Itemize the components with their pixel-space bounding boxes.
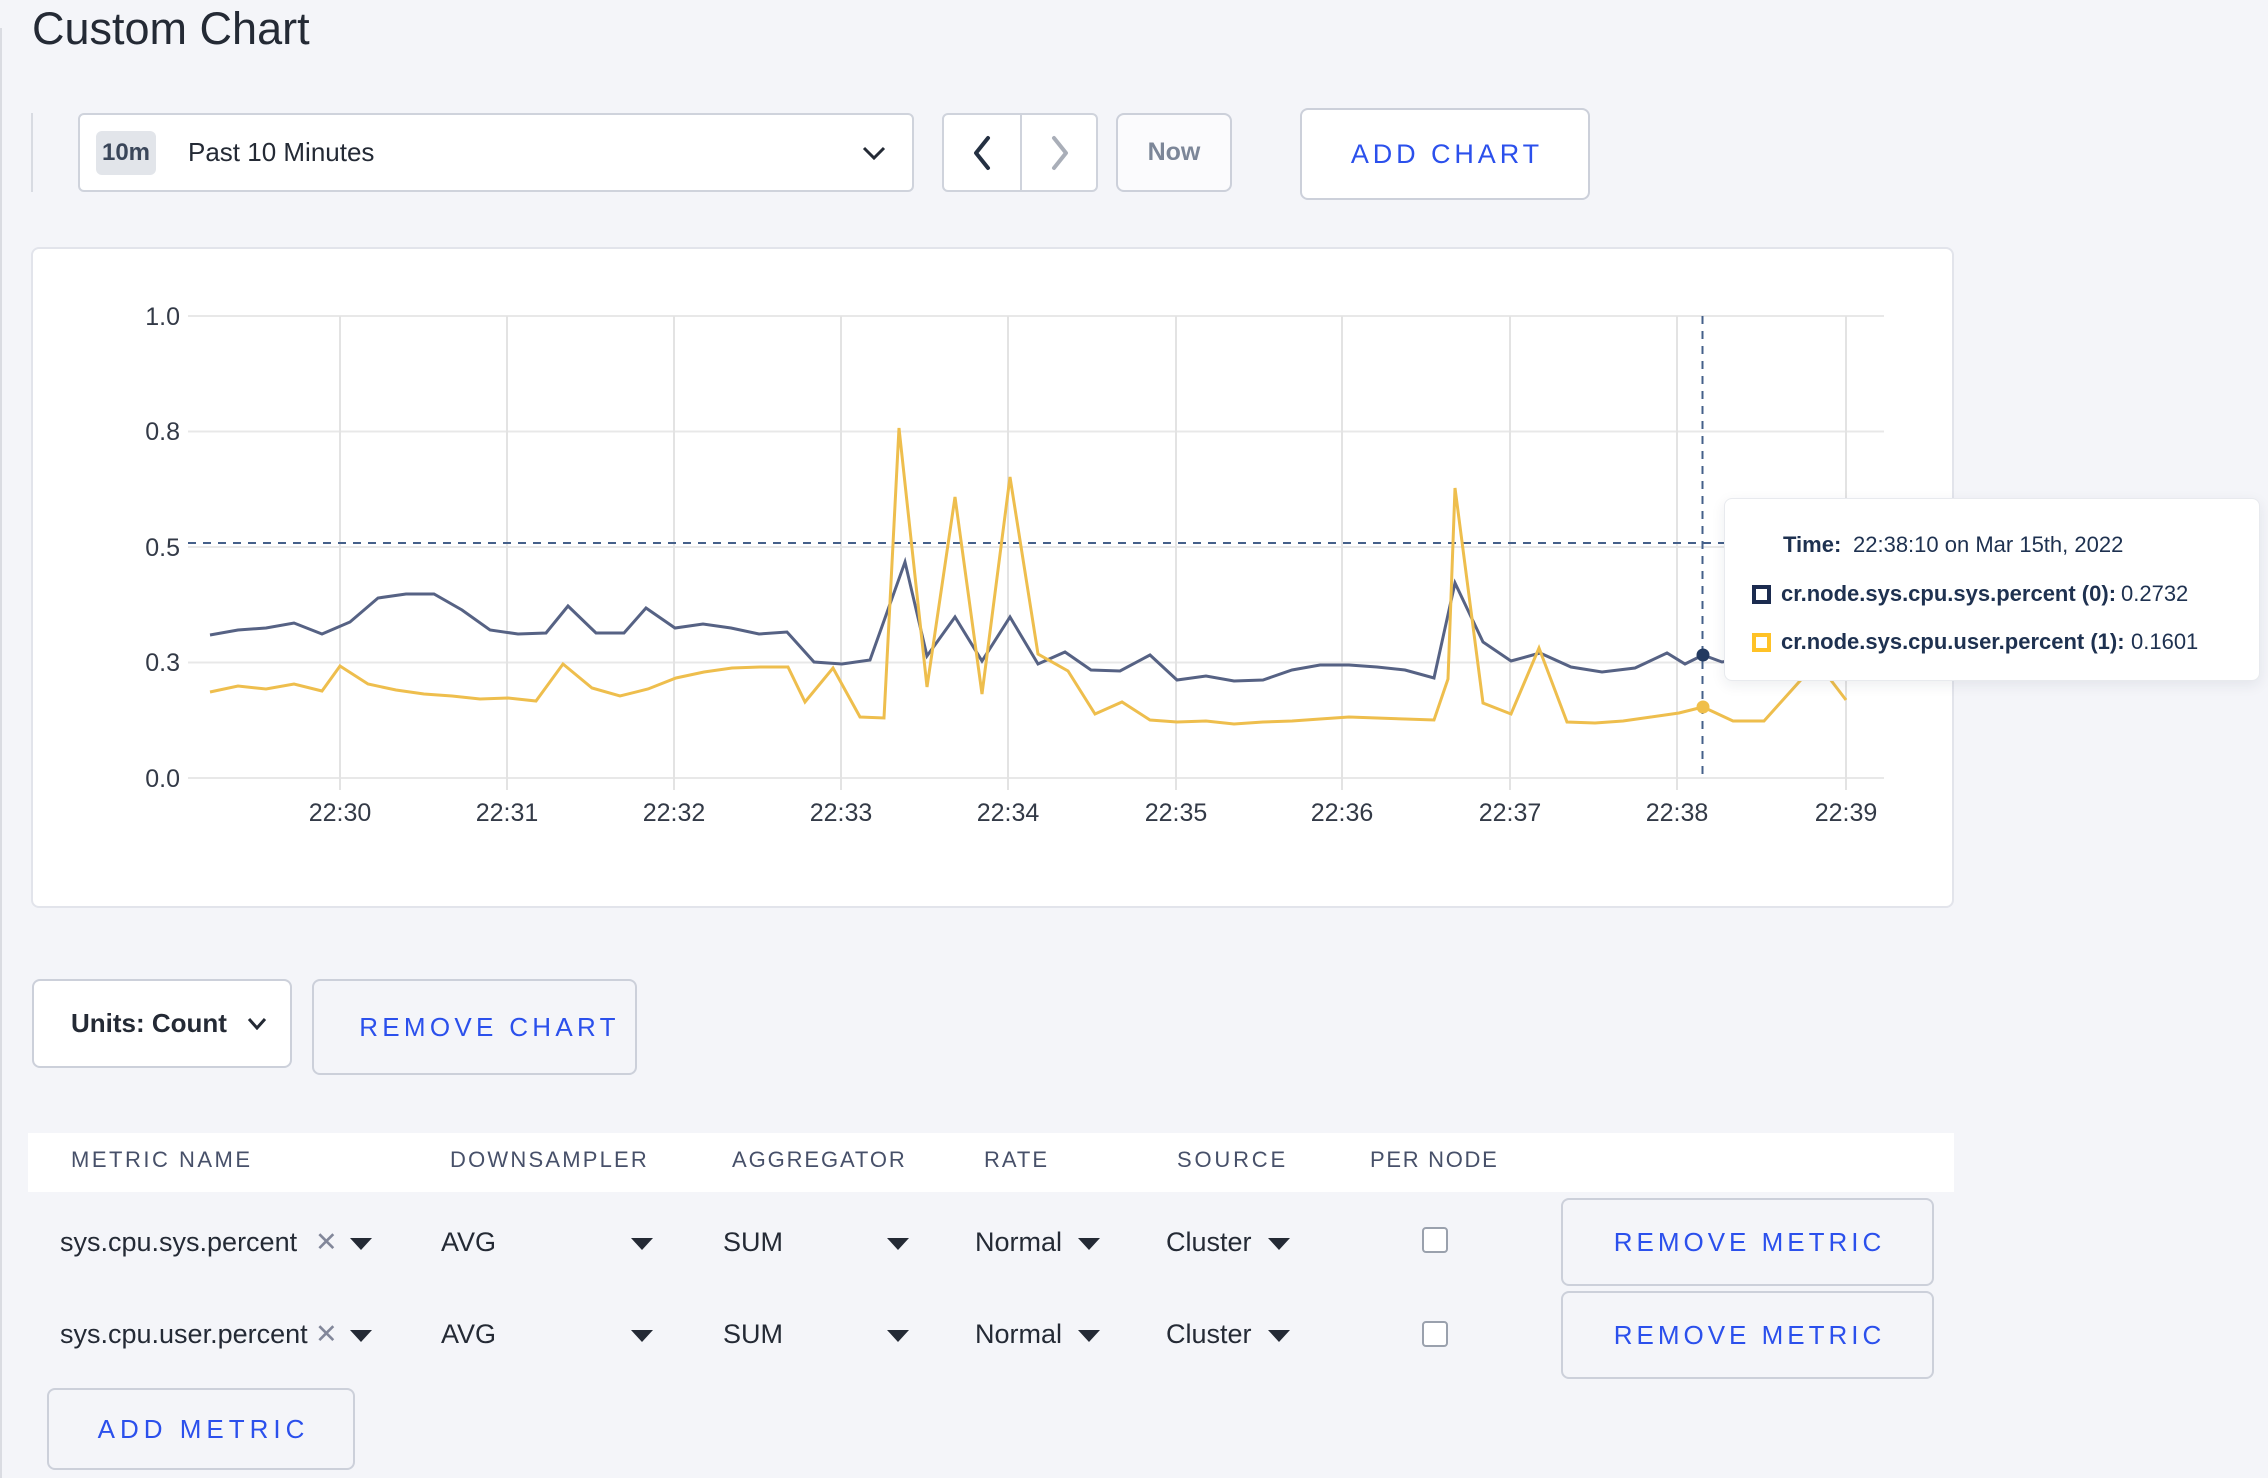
svg-text:0.8: 0.8 [145,418,180,446]
svg-text:22:31: 22:31 [476,799,539,827]
svg-text:0.3: 0.3 [145,649,180,677]
svg-text:22:35: 22:35 [1145,799,1208,827]
svg-text:22:34: 22:34 [977,799,1040,827]
svg-text:22:38: 22:38 [1646,799,1709,827]
svg-text:22:36: 22:36 [1311,799,1374,827]
svg-text:1.0: 1.0 [145,303,180,331]
svg-text:0.0: 0.0 [145,765,180,793]
svg-text:22:33: 22:33 [810,799,873,827]
svg-text:22:30: 22:30 [309,799,372,827]
svg-text:22:39: 22:39 [1815,799,1878,827]
svg-text:22:37: 22:37 [1479,799,1542,827]
svg-text:0.5: 0.5 [145,534,180,562]
svg-text:22:32: 22:32 [643,799,706,827]
